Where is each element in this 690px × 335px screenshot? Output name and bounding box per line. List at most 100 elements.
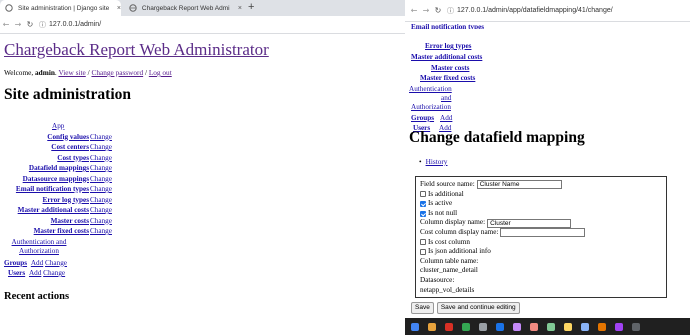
model-link-master-additional-costs[interactable]: Master additional costs bbox=[18, 206, 89, 215]
back-arrow-icon[interactable]: ← bbox=[0, 20, 12, 29]
column-display-name-input[interactable]: Cluster bbox=[487, 218, 572, 228]
admin-page: Chargeback Report Web Administrator Welc… bbox=[4, 40, 404, 103]
app-icon[interactable] bbox=[496, 322, 504, 331]
change-link[interactable]: Change bbox=[90, 143, 112, 152]
is-json-additional-info-checkbox[interactable] bbox=[420, 248, 426, 255]
add-link[interactable]: Add bbox=[440, 114, 452, 123]
separator: / bbox=[87, 68, 90, 77]
change-link[interactable]: Change bbox=[90, 227, 112, 236]
change-link[interactable]: Change bbox=[45, 259, 67, 267]
reload-icon[interactable]: ↻ bbox=[24, 20, 36, 29]
field-label: Cost column display name: bbox=[420, 227, 499, 236]
model-link-master-additional-costs[interactable]: Master additional costs bbox=[411, 53, 482, 62]
info-icon[interactable]: ⓘ bbox=[39, 20, 46, 30]
field-label: Field source name: bbox=[420, 180, 475, 188]
model-link-datafield-mappings[interactable]: Datafield mappings bbox=[29, 164, 89, 173]
model-link-config-values[interactable]: Config values bbox=[47, 133, 89, 142]
new-tab-button[interactable]: + bbox=[248, 1, 254, 13]
change-link[interactable]: Change bbox=[90, 175, 112, 184]
forward-arrow-icon[interactable]: → bbox=[420, 6, 432, 15]
left-browser-window: Site administration | Django site × Char… bbox=[0, 0, 405, 335]
tab-close-icon[interactable]: × bbox=[117, 5, 121, 12]
model-link-master-fixed-costs[interactable]: Master fixed costs bbox=[34, 227, 89, 236]
username: admin bbox=[35, 68, 55, 77]
is-cost-column-checkbox[interactable] bbox=[420, 239, 426, 246]
app-icon[interactable] bbox=[581, 322, 589, 331]
info-icon[interactable]: ⓘ bbox=[447, 6, 454, 16]
tab-close-icon[interactable]: × bbox=[238, 5, 242, 12]
app-icon[interactable] bbox=[547, 322, 555, 331]
model-link-error-log-types[interactable]: Error log types bbox=[43, 196, 89, 205]
model-link-email-notification-types[interactable]: Email notification types bbox=[16, 185, 89, 194]
url-text[interactable]: 127.0.0.1/admin/app/datafieldmapping/41/… bbox=[457, 7, 613, 14]
model-link-users[interactable]: Users bbox=[8, 269, 25, 277]
forward-arrow-icon[interactable]: → bbox=[12, 20, 24, 29]
chrome-icon[interactable] bbox=[411, 322, 419, 331]
tab-title: Chargeback Report Web Admi bbox=[141, 4, 230, 12]
change-link[interactable]: Change bbox=[90, 206, 112, 215]
view-site-link[interactable]: View site bbox=[58, 68, 85, 77]
page-title: Site administration bbox=[4, 86, 132, 103]
change-link[interactable]: Change bbox=[90, 196, 112, 205]
cost-column-display-name-input[interactable] bbox=[500, 228, 586, 238]
add-link[interactable]: Add bbox=[29, 269, 41, 277]
reload-icon[interactable]: ↻ bbox=[432, 6, 444, 15]
app-icon[interactable] bbox=[530, 322, 538, 331]
field-source-name-input[interactable]: Cluster Name bbox=[476, 180, 562, 190]
submit-row: Save Save and continue editing bbox=[411, 302, 520, 314]
app-icon[interactable] bbox=[513, 322, 521, 331]
change-link[interactable]: Change bbox=[90, 185, 112, 194]
is-active-checkbox[interactable] bbox=[420, 200, 426, 207]
field-label: Is active bbox=[428, 199, 453, 208]
tab-site-administration[interactable]: Site administration | Django site × bbox=[0, 0, 121, 16]
is-not-null-checkbox[interactable] bbox=[420, 210, 426, 217]
change-form: Field source name: Cluster Name Is additi… bbox=[415, 176, 667, 298]
change-link[interactable]: Change bbox=[90, 164, 112, 173]
auth-app-link[interactable]: Authentication and Authorization bbox=[8, 238, 70, 256]
change-link[interactable]: Change bbox=[90, 154, 112, 163]
app-icon[interactable] bbox=[462, 322, 470, 331]
history-link[interactable]: History bbox=[426, 157, 448, 166]
app-icon[interactable] bbox=[564, 322, 572, 331]
auth-app-link-line1[interactable]: Authentication bbox=[409, 85, 452, 94]
log-out-link[interactable]: Log out bbox=[149, 68, 172, 77]
tab-chargeback-admin[interactable]: Chargeback Report Web Admi × bbox=[124, 0, 242, 16]
is-additional-checkbox[interactable] bbox=[420, 191, 426, 198]
model-link-groups[interactable]: Groups bbox=[411, 114, 434, 123]
model-link-master-costs[interactable]: Master costs bbox=[51, 217, 89, 226]
app-icon[interactable] bbox=[615, 322, 623, 331]
add-link[interactable]: Add bbox=[31, 259, 43, 267]
model-link-master-fixed-costs[interactable]: Master fixed costs bbox=[420, 74, 475, 83]
app-icon[interactable] bbox=[445, 322, 453, 331]
back-arrow-icon[interactable]: ← bbox=[408, 6, 420, 15]
field-label: Is cost column bbox=[428, 237, 470, 246]
model-link-cost-types[interactable]: Cost types bbox=[57, 154, 89, 163]
field-label: Column table name: bbox=[420, 256, 479, 265]
save-button[interactable]: Save bbox=[411, 302, 434, 314]
model-link-datasource-mappings[interactable]: Datasource mappings bbox=[23, 175, 89, 184]
model-link-cost-centers[interactable]: Cost centers bbox=[51, 143, 89, 152]
url-text[interactable]: 127.0.0.1/admin/ bbox=[49, 21, 101, 28]
model-link-error-log-types[interactable]: Error log types bbox=[425, 42, 471, 51]
separator: / bbox=[144, 68, 147, 77]
address-bar: ← → ↻ ⓘ 127.0.0.1/admin/ bbox=[0, 16, 405, 34]
model-link-master-costs[interactable]: Master costs bbox=[431, 64, 469, 73]
app-icon[interactable] bbox=[479, 322, 487, 331]
model-link-groups[interactable]: Groups bbox=[4, 259, 27, 267]
site-branding-link[interactable]: Chargeback Report Web Administrator bbox=[4, 40, 404, 59]
app-label-link[interactable]: App bbox=[52, 122, 64, 131]
page-title: Change datafield mapping bbox=[409, 129, 585, 146]
app-icon[interactable] bbox=[598, 322, 606, 331]
app-icon[interactable] bbox=[632, 322, 640, 331]
change-link[interactable]: Change bbox=[43, 269, 65, 277]
folder-icon[interactable] bbox=[428, 322, 436, 331]
change-link[interactable]: Change bbox=[90, 217, 112, 226]
auth-app-link-line2[interactable]: and bbox=[441, 94, 451, 103]
change-link[interactable]: Change bbox=[90, 133, 112, 142]
field-label: Column display name: bbox=[420, 218, 486, 227]
change-password-link[interactable]: Change password bbox=[91, 68, 143, 77]
model-link-email-notification-types[interactable]: Email notification types bbox=[411, 23, 484, 29]
django-favicon-icon bbox=[5, 4, 14, 13]
save-and-continue-button[interactable]: Save and continue editing bbox=[436, 302, 520, 314]
auth-app-link-line3[interactable]: Authorization bbox=[411, 103, 451, 112]
